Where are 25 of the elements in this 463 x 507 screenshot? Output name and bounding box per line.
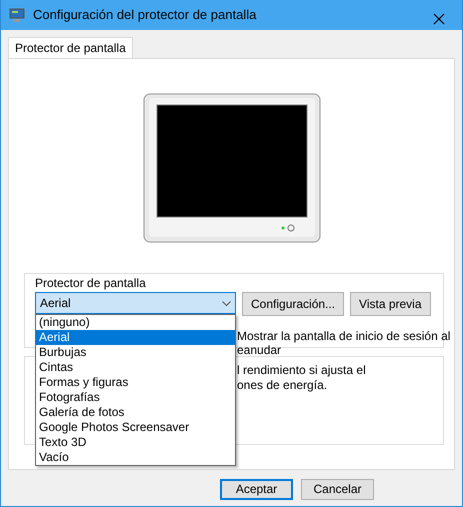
close-icon	[433, 12, 445, 25]
description-text: ones de energía.	[237, 378, 328, 393]
dialog-button[interactable]: Vista previa	[350, 292, 431, 316]
dialog-button[interactable]: Cancelar	[301, 479, 374, 500]
description-text: l rendimiento si ajusta el	[237, 363, 366, 378]
dropdown-option[interactable]: Texto 3D	[36, 435, 235, 450]
dialog-button[interactable]: Aceptar	[220, 479, 293, 500]
dropdown-option[interactable]: Cintas	[36, 360, 235, 375]
dropdown-option[interactable]: Vacío	[36, 450, 235, 465]
dropdown-option[interactable]: Galería de fotos	[36, 405, 235, 420]
chevron-icon	[222, 300, 231, 307]
window-title: Configuración del protector de pantalla	[33, 6, 256, 24]
dialog-button[interactable]: Configuración...	[242, 292, 344, 316]
dropdown-option[interactable]: Burbujas	[36, 345, 235, 360]
dropdown-option[interactable]: Fotografías	[36, 390, 235, 405]
dropdown-option[interactable]: (ninguno)	[36, 315, 235, 330]
display-icon	[9, 7, 25, 23]
group-label: Protector de pantalla	[33, 276, 148, 290]
option-text: Mostrar la pantalla de inicio de sesión al	[237, 329, 450, 343]
dropdown[interactable]: Aerial	[35, 292, 236, 314]
dropdown-option[interactable]: Google Photos Screensaver	[36, 420, 235, 435]
option-text: eanudar	[237, 343, 282, 357]
dropdown-option[interactable]: Aerial	[36, 330, 235, 345]
dropdown-option[interactable]: Formas y figuras	[36, 375, 235, 390]
tab[interactable]: Protector de pantalla	[8, 37, 133, 58]
